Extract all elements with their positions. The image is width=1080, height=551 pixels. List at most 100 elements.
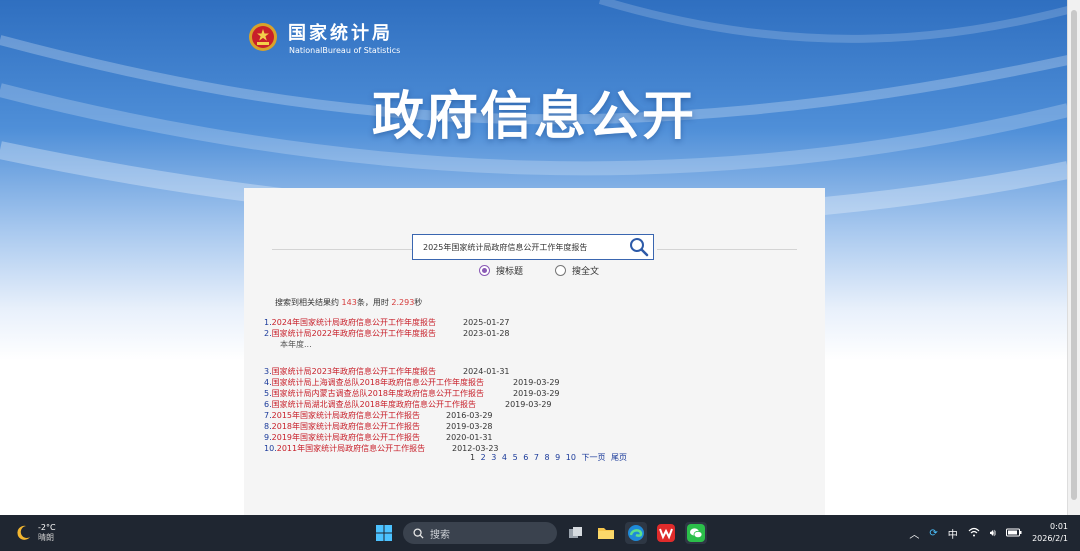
page-9[interactable]: 9 [555, 453, 560, 462]
result-title: 2024年国家统计局政府信息公开工作年度报告 [271, 318, 436, 327]
ime-indicator[interactable]: 中 [948, 526, 958, 541]
result-title: 国家统计局2023年政府信息公开工作年度报告 [271, 367, 436, 376]
divider-left [272, 249, 412, 250]
weather-widget[interactable]: -2°C 晴朗 [14, 523, 56, 543]
result-title: 2015年国家统计局政府信息公开工作报告 [271, 411, 420, 420]
page-10[interactable]: 10 [566, 453, 576, 462]
page-scrollbar[interactable] [1067, 0, 1080, 515]
clock[interactable]: 0:01 2026/2/1 [1032, 521, 1068, 545]
file-explorer-button[interactable] [595, 522, 617, 544]
result-link[interactable]: 3.国家统计局2023年政府信息公开工作年度报告 [264, 367, 436, 376]
list-item: 2.国家统计局2022年政府信息公开工作年度报告 2023-01-28 [264, 328, 804, 339]
result-title: 国家统计局内蒙古调查总队2018年度政府信息公开工作报告 [271, 389, 484, 398]
result-link[interactable]: 9.2019年国家统计局政府信息公开工作报告 [264, 433, 420, 442]
edge-button[interactable] [625, 522, 647, 544]
next-page-link[interactable]: 下一页 [582, 453, 606, 462]
result-date: 2024-01-31 [463, 367, 510, 376]
result-snippet: 本年度... [280, 340, 312, 349]
weather-condition: 晴朗 [38, 533, 54, 542]
page-2[interactable]: 2 [481, 453, 486, 462]
sync-icon[interactable]: ⟳ [929, 528, 937, 539]
result-count: 143 [341, 298, 357, 307]
result-link[interactable]: 10.2011年国家统计局政府信息公开工作报告 [264, 444, 425, 453]
result-index: 7. [264, 411, 272, 420]
search-time: 2.293 [391, 298, 415, 307]
result-index: 9. [264, 433, 272, 442]
summary-mid: 条，用时 [356, 298, 392, 307]
wifi-icon[interactable] [968, 527, 980, 540]
radio-search-title[interactable] [479, 265, 490, 276]
list-item: 5.国家统计局内蒙古调查总队2018年度政府信息公开工作报告 2019-03-2… [264, 388, 804, 399]
wps-button[interactable] [655, 522, 677, 544]
search-icon [630, 238, 649, 257]
last-page-link[interactable]: 尾页 [611, 453, 627, 462]
browser-window: 国家统计局 NationalBureau of Statistics 政府信息公… [0, 0, 1068, 515]
result-link[interactable]: 8.2018年国家统计局政府信息公开工作报告 [264, 422, 420, 431]
chevron-up-icon[interactable]: ︿ [909, 526, 919, 541]
page-8[interactable]: 8 [544, 453, 549, 462]
result-link[interactable]: 4.国家统计局上海调查总队2018年政府信息公开工作年度报告 [264, 378, 484, 387]
volume-icon[interactable]: 🔊︎ [990, 528, 996, 539]
task-view-icon [569, 527, 582, 538]
result-link[interactable]: 7.2015年国家统计局政府信息公开工作报告 [264, 411, 420, 420]
task-view-button[interactable] [565, 522, 587, 544]
page-4[interactable]: 4 [502, 453, 507, 462]
bureau-name-en: NationalBureau of Statistics [289, 46, 401, 55]
clock-date: 2026/2/1 [1032, 534, 1068, 543]
result-index: 4. [264, 378, 272, 387]
result-list: 1.2024年国家统计局政府信息公开工作年度报告 2025-01-27 2.国家… [264, 317, 804, 454]
start-button[interactable] [373, 522, 395, 544]
result-date: 2020-01-31 [446, 433, 493, 442]
clock-time: 0:01 [1050, 522, 1068, 531]
result-index: 8. [264, 422, 272, 431]
page-5[interactable]: 5 [513, 453, 518, 462]
page-7[interactable]: 7 [534, 453, 539, 462]
result-title: 国家统计局2022年政府信息公开工作年度报告 [271, 329, 436, 338]
national-emblem-icon [248, 22, 278, 52]
wps-icon [657, 524, 675, 542]
result-title: 国家统计局上海调查总队2018年政府信息公开工作年度报告 [271, 378, 484, 387]
result-title: 2019年国家统计局政府信息公开工作报告 [271, 433, 420, 442]
list-item: 1.2024年国家统计局政府信息公开工作年度报告 2025-01-27 [264, 317, 804, 328]
wechat-button[interactable] [685, 522, 707, 544]
result-index: 6. [264, 400, 272, 409]
scrollbar-thumb[interactable] [1071, 10, 1077, 500]
result-index: 5. [264, 389, 272, 398]
result-date: 2019-03-28 [446, 422, 493, 431]
radio-search-fulltext[interactable] [555, 265, 566, 276]
search-title-label: 搜标题 [496, 267, 524, 277]
file-explorer-icon [598, 528, 614, 539]
result-link[interactable]: 5.国家统计局内蒙古调查总队2018年度政府信息公开工作报告 [264, 389, 484, 398]
summary-prefix: 搜索到相关结果约 [275, 298, 342, 307]
page-1[interactable]: 1 [470, 453, 475, 462]
taskbar-apps: 搜索 [373, 522, 707, 544]
search-fulltext-option[interactable]: 搜全文 [555, 264, 599, 277]
result-date: 2016-03-29 [446, 411, 493, 420]
list-item: 6.国家统计局湖北调查总队2018年度政府信息公开工作报告 2019-03-29 [264, 399, 804, 410]
result-date: 2019-03-29 [513, 389, 560, 398]
search-title-option[interactable]: 搜标题 [479, 264, 523, 277]
summary-suffix: 秒 [414, 298, 423, 307]
battery-icon[interactable] [1006, 527, 1022, 540]
search-box[interactable]: 2025年国家统计局政府信息公开工作年度报告 [412, 234, 654, 260]
weather-temperature: -2°C [38, 523, 56, 532]
search-input[interactable]: 2025年国家统计局政府信息公开工作年度报告 [413, 242, 625, 253]
search-button[interactable] [625, 235, 653, 259]
result-date: 2019-03-29 [505, 400, 552, 409]
bureau-name-cn[interactable]: 国家统计局 [288, 19, 393, 45]
page-3[interactable]: 3 [491, 453, 496, 462]
result-link[interactable]: 1.2024年国家统计局政府信息公开工作年度报告 [264, 318, 436, 327]
result-title: 2011年国家统计局政府信息公开工作报告 [276, 444, 426, 453]
wechat-icon [687, 524, 705, 542]
result-date: 2025-01-27 [463, 318, 510, 327]
windows-start-icon [376, 525, 392, 541]
result-summary: 搜索到相关结果约 143条，用时 2.293秒 [275, 297, 422, 308]
page-6[interactable]: 6 [523, 453, 528, 462]
result-date: 2019-03-29 [513, 378, 560, 387]
taskbar-search[interactable]: 搜索 [403, 522, 557, 544]
result-link[interactable]: 2.国家统计局2022年政府信息公开工作年度报告 [264, 329, 436, 338]
result-link[interactable]: 6.国家统计局湖北调查总队2018年度政府信息公开工作报告 [264, 400, 476, 409]
result-date: 2023-01-28 [463, 329, 510, 338]
result-title: 2018年国家统计局政府信息公开工作报告 [271, 422, 420, 431]
search-panel: 2025年国家统计局政府信息公开工作年度报告 搜标题 搜全文 搜索到相关结果约 … [244, 188, 825, 515]
